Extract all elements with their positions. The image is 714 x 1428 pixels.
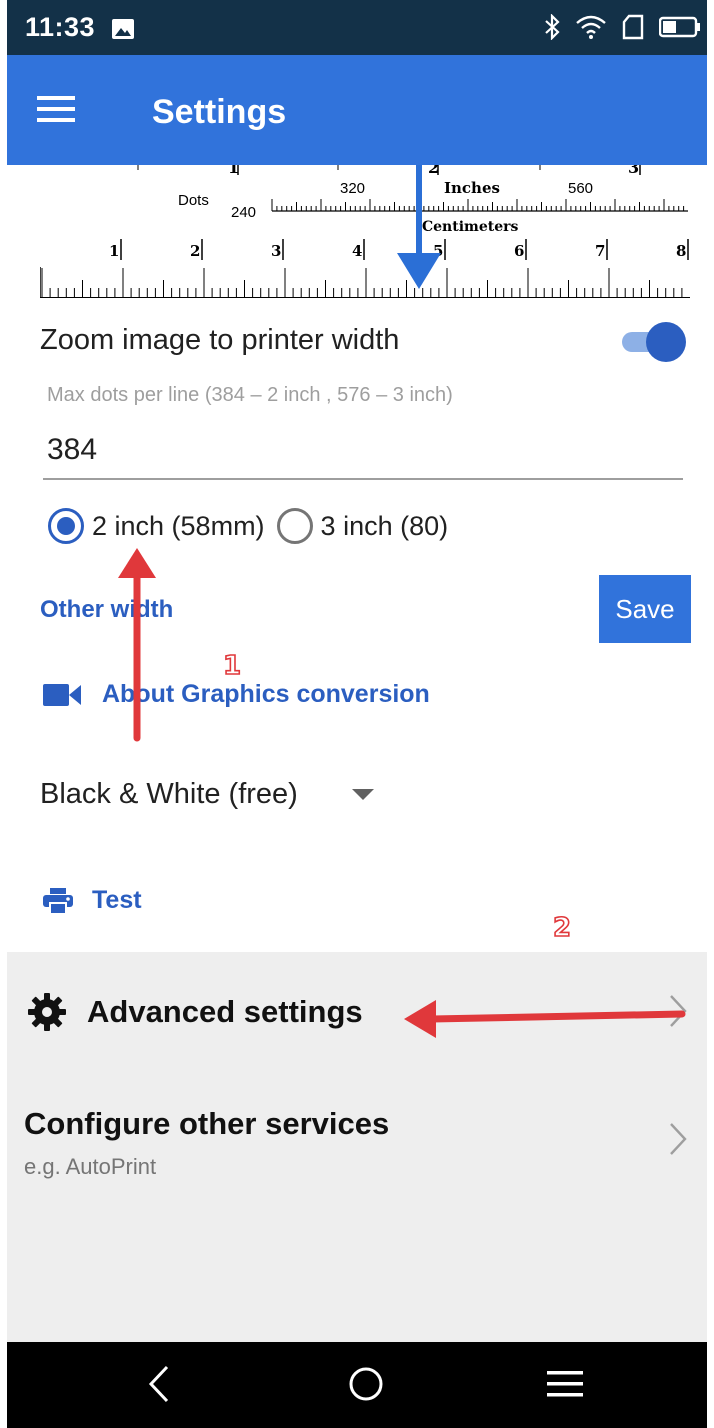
dots-per-line-hint: Max dots per line (384 – 2 inch , 576 – … <box>47 384 453 406</box>
image-notification-icon <box>112 19 134 39</box>
ruler-inches-label: Inches <box>444 179 500 197</box>
ruler-number-8: 8 <box>676 242 686 260</box>
advanced-settings-row[interactable]: Advanced settings <box>7 988 707 1048</box>
wifi-icon <box>576 15 606 39</box>
configure-services-subtitle: e.g. AutoPrint <box>24 1154 157 1179</box>
advanced-settings-label: Advanced settings <box>87 994 363 1029</box>
ruler-dots-label: Dots <box>178 192 209 209</box>
page-title: Settings <box>152 93 287 131</box>
chevron-right-icon <box>670 995 687 1027</box>
ruler-number-7: 7 <box>595 242 605 260</box>
recents-menu-icon[interactable] <box>547 1370 583 1398</box>
status-bar: 11:33 <box>7 0 707 55</box>
printer-ruler-image: 1 2 3 Dots 240 320 Inches 560 Centimeter… <box>40 165 690 298</box>
frame-edge-right <box>707 0 714 1428</box>
system-navigation-bar <box>7 1342 707 1428</box>
printer-width-radio-group: 2 inch (58mm) 3 inch (80) <box>48 508 460 544</box>
test-print-link[interactable]: Test <box>42 886 142 915</box>
configure-services-title: Configure other services <box>24 1106 390 1141</box>
app-bar: Settings <box>7 55 707 165</box>
zoom-toggle[interactable] <box>618 322 686 362</box>
svg-text:3: 3 <box>628 165 639 177</box>
gear-icon <box>28 993 66 1031</box>
other-width-link[interactable]: Other width <box>40 596 173 624</box>
printer-icon <box>43 887 73 915</box>
dropdown-caret-icon <box>351 788 374 800</box>
radio-2-inch[interactable]: 2 inch (58mm) <box>48 508 265 544</box>
dots-per-line-input[interactable] <box>43 428 683 472</box>
chevron-right-icon <box>670 1123 687 1155</box>
ruler-number-6: 6 <box>514 242 524 260</box>
annotation-number-1: 1 <box>222 650 242 682</box>
dots-per-line-field-container <box>43 428 683 480</box>
radio-3-inch[interactable]: 3 inch (80) <box>276 508 449 544</box>
radio-checked-icon <box>48 508 84 544</box>
home-icon[interactable] <box>347 1364 385 1404</box>
ruler-number-4: 4 <box>352 242 362 260</box>
ruler-dots-320: 320 <box>340 180 365 197</box>
battery-icon <box>659 16 700 38</box>
ruler-dots-560: 560 <box>568 180 593 197</box>
video-camera-icon <box>43 683 81 706</box>
radio-3-inch-label: 3 inch (80) <box>320 510 449 541</box>
back-icon[interactable] <box>147 1364 171 1404</box>
about-graphics-link[interactable]: About Graphics conversion <box>42 680 430 709</box>
ruler-centimeters-label: Centimeters <box>422 219 518 235</box>
ruler-number-3: 3 <box>271 242 281 260</box>
toggle-thumb <box>646 322 686 362</box>
zoom-label: Zoom image to printer width <box>40 324 400 356</box>
sim-card-icon <box>622 14 644 40</box>
radio-2-inch-label: 2 inch (58mm) <box>92 510 265 541</box>
status-time: 11:33 <box>25 12 96 42</box>
conversion-mode-select[interactable]: Black & White (free) <box>40 778 374 811</box>
zoom-setting-row: Zoom image to printer width <box>40 322 690 362</box>
ruler-number-1: 1 <box>109 242 119 260</box>
frame-edge-left <box>0 0 7 1428</box>
annotation-number-2: 2 <box>552 912 572 944</box>
save-button[interactable]: Save <box>599 575 691 643</box>
bluetooth-icon <box>545 14 560 40</box>
ruler-dots-240: 240 <box>231 204 256 221</box>
hamburger-menu-icon[interactable] <box>37 95 75 123</box>
conversion-mode-value: Black & White (free) <box>40 778 298 810</box>
advanced-section: Advanced settings Configure other servic… <box>7 952 707 1342</box>
test-label: Test <box>92 886 142 914</box>
ruler-number-2: 2 <box>190 242 200 260</box>
about-graphics-label: About Graphics conversion <box>102 680 430 708</box>
radio-unchecked-icon <box>276 508 313 544</box>
